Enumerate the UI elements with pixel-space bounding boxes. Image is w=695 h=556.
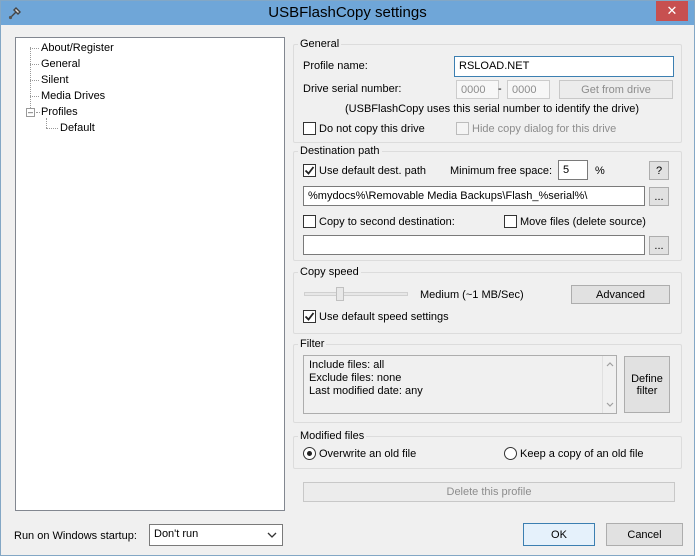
filter-date-line: Last modified date: any <box>309 385 423 397</box>
overwrite-radio[interactable] <box>303 447 316 460</box>
overwrite-label: Overwrite an old file <box>319 448 417 460</box>
profile-name-label: Profile name: <box>303 60 368 72</box>
filter-scrollbar[interactable] <box>602 356 616 413</box>
default-speed-label: Use default speed settings <box>319 311 449 323</box>
radio-selected-dot <box>307 451 312 456</box>
serial-note: (USBFlashCopy uses this serial number to… <box>345 103 640 115</box>
min-free-space-input[interactable]: 5 <box>558 160 588 180</box>
speed-text: Medium (~1 MB/Sec) <box>420 289 524 301</box>
startup-label: Run on Windows startup: <box>14 530 137 542</box>
use-default-path-label: Use default dest. path <box>319 165 427 177</box>
serial-part1-input[interactable]: 0000 <box>456 80 499 99</box>
speed-slider-track[interactable] <box>304 292 408 296</box>
tree-line <box>30 80 39 81</box>
filter-summary-box[interactable]: Include files: all Exclude files: none L… <box>303 355 617 414</box>
delete-profile-button[interactable]: Delete this profile <box>303 482 675 502</box>
serial-part2-input[interactable]: 0000 <box>507 80 550 99</box>
filter-include-line: Include files: all <box>309 359 385 371</box>
browse-dest-button[interactable]: ... <box>649 187 669 206</box>
default-speed-checkbox[interactable] <box>303 310 316 323</box>
keep-copy-radio[interactable] <box>504 447 517 460</box>
do-not-copy-checkbox[interactable] <box>303 122 316 135</box>
chevron-down-icon <box>267 532 277 538</box>
filter-group-label: Filter <box>298 338 327 350</box>
tree-line <box>30 96 39 97</box>
define-filter-button[interactable]: Define filter <box>624 356 670 413</box>
title-bar: USBFlashCopy settings ✕ <box>1 1 694 25</box>
define-filter-line2: filter <box>636 384 658 397</box>
cancel-button[interactable]: Cancel <box>606 523 683 546</box>
move-files-checkbox[interactable] <box>504 215 517 228</box>
drive-serial-label: Drive serial number: <box>303 83 402 95</box>
tree-item-general[interactable]: General <box>41 58 80 70</box>
profile-name-input[interactable]: RSLOAD.NET <box>454 56 674 77</box>
tree-item-profiles[interactable]: Profiles <box>41 106 78 118</box>
scroll-up-icon <box>606 362 614 367</box>
serial-dash: - <box>498 83 502 95</box>
check-icon <box>304 312 315 321</box>
do-not-copy-label: Do not copy this drive <box>319 123 425 135</box>
define-filter-line1: Define <box>631 372 663 385</box>
second-dest-label: Copy to second destination: <box>319 216 455 228</box>
browse-second-button[interactable]: ... <box>649 236 669 255</box>
move-files-label: Move files (delete source) <box>520 216 646 228</box>
modified-files-group-label: Modified files <box>298 430 367 442</box>
min-free-space-label: Minimum free space: <box>450 165 553 177</box>
settings-tree[interactable]: – About/Register General Silent Media Dr… <box>15 37 285 511</box>
tree-item-default[interactable]: Default <box>60 122 95 134</box>
filter-exclude-line: Exclude files: none <box>309 372 402 384</box>
tree-line <box>30 48 39 49</box>
tree-expander-profiles[interactable]: – <box>26 108 35 117</box>
tree-line <box>46 128 58 129</box>
tree-item-silent[interactable]: Silent <box>41 74 69 86</box>
percent-label: % <box>595 165 605 177</box>
dest-path-input[interactable]: %mydocs%\Removable Media Backups\Flash_%… <box>303 186 645 206</box>
hide-dialog-label: Hide copy dialog for this drive <box>472 123 617 135</box>
check-icon <box>304 166 315 175</box>
second-dest-checkbox[interactable] <box>303 215 316 228</box>
scroll-down-icon <box>606 402 614 407</box>
copy-speed-group-label: Copy speed <box>298 266 361 278</box>
hide-dialog-checkbox[interactable] <box>456 122 469 135</box>
tree-line <box>36 112 40 113</box>
get-from-drive-button[interactable]: Get from drive <box>559 80 673 99</box>
ok-button[interactable]: OK <box>523 523 595 546</box>
use-default-path-checkbox[interactable] <box>303 164 316 177</box>
tree-line <box>30 64 39 65</box>
keep-copy-label: Keep a copy of an old file <box>520 448 644 460</box>
startup-select[interactable]: Don't run <box>149 524 283 546</box>
close-icon: ✕ <box>666 3 678 18</box>
help-button[interactable]: ? <box>649 161 669 180</box>
tree-line <box>46 118 47 128</box>
collapse-icon: – <box>27 107 33 117</box>
window-title: USBFlashCopy settings <box>268 4 427 21</box>
tree-item-media-drives[interactable]: Media Drives <box>41 90 105 102</box>
startup-select-value: Don't run <box>154 528 199 540</box>
destination-group-label: Destination path <box>298 145 382 157</box>
settings-window: USBFlashCopy settings ✕ – About/Register… <box>0 0 695 556</box>
speed-slider-thumb[interactable] <box>336 287 344 301</box>
tree-item-about[interactable]: About/Register <box>41 42 114 54</box>
advanced-button[interactable]: Advanced <box>571 285 670 304</box>
second-dest-input[interactable] <box>303 235 645 255</box>
general-group-label: General <box>298 38 342 50</box>
close-button[interactable]: ✕ <box>656 1 688 21</box>
